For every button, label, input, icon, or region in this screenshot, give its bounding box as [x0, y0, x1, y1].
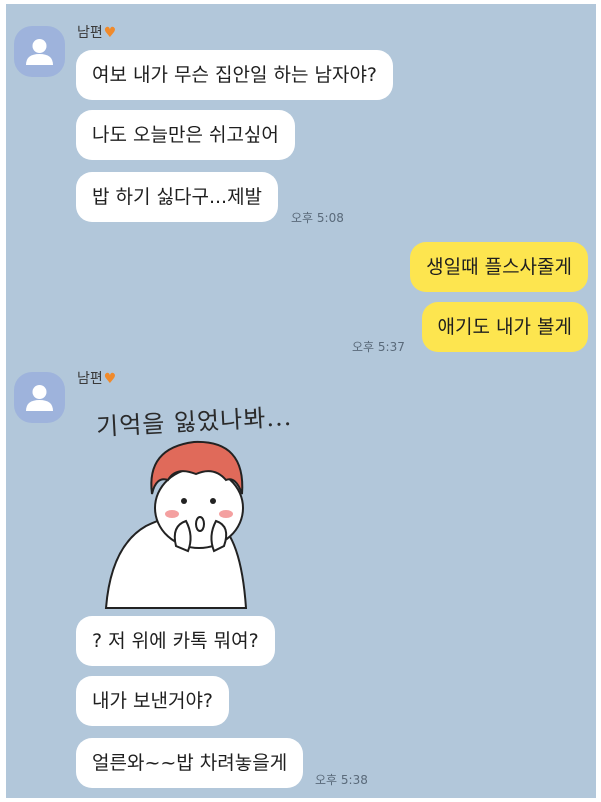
profile-avatar[interactable] [14, 26, 65, 77]
incoming-message[interactable]: 내가 보낸거야? [76, 676, 230, 726]
surprised-character-sticker[interactable] [76, 396, 296, 618]
incoming-message[interactable]: ? 저 위에 카톡 뭐여? [76, 616, 275, 666]
incoming-message[interactable]: 얼른와~~밥 차려놓을게 [76, 738, 304, 788]
profile-avatar[interactable] [14, 372, 65, 423]
default-profile-icon [26, 385, 53, 411]
incoming-message[interactable]: 밥 하기 싫다구...제발 [76, 172, 279, 222]
incoming-message[interactable]: 여보 내가 무슨 집안일 하는 남자야? [76, 50, 394, 100]
orange-heart-icon: ♥ [103, 371, 117, 387]
message-timestamp: 오후 5:37 [352, 340, 405, 354]
sender-name-text: 남편 [77, 25, 103, 41]
default-profile-icon [26, 39, 53, 65]
message-timestamp: 오후 5:38 [315, 773, 368, 787]
orange-heart-icon: ♥ [103, 25, 117, 41]
sender-name: 남편♥ [77, 370, 116, 388]
outgoing-message[interactable]: 애기도 내가 볼게 [421, 302, 588, 352]
outgoing-message[interactable]: 생일때 플스사줄게 [410, 242, 588, 292]
incoming-message[interactable]: 나도 오늘만은 쉬고싶어 [76, 110, 295, 160]
message-timestamp: 오후 5:08 [291, 211, 344, 225]
sender-name-text: 남편 [77, 371, 103, 387]
sender-name: 남편♥ [77, 24, 116, 42]
chat-background[interactable]: 남편♥ 여보 내가 무슨 집안일 하는 남자야? 나도 오늘만은 쉬고싶어 밥 … [6, 4, 596, 798]
